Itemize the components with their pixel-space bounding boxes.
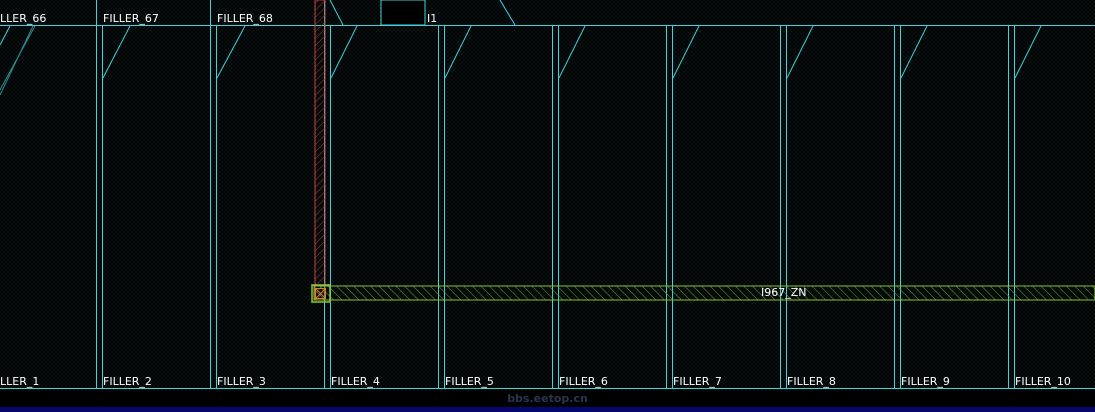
watermark-footer: bbs.eetop.cn — [0, 390, 1095, 412]
cell-label-filler-7: FILLER_7 — [673, 375, 722, 388]
net-route-i967-zn[interactable] — [313, 285, 1095, 301]
cell-label-filler-9: FILLER_9 — [901, 375, 950, 388]
cell-label-i1: I1 — [427, 12, 438, 25]
cell-label-filler-66: LLER_66 — [0, 12, 47, 25]
footer-strip — [0, 407, 1095, 412]
cell-label-filler-5: FILLER_5 — [445, 375, 494, 388]
cell-label-filler-2: FILLER_2 — [103, 375, 152, 388]
cell-label-filler-68: FILLER_68 — [217, 12, 273, 25]
net-label: I967_ZN — [761, 286, 807, 299]
top-row-cells — [96, 0, 516, 26]
cell-label-filler-67: FILLER_67 — [103, 12, 159, 25]
filler-cells — [0, 25, 1042, 388]
cell-layer — [0, 0, 1095, 389]
cell-label-filler-4: FILLER_4 — [331, 375, 380, 388]
cell-label-filler-1: LLER_1 — [0, 375, 40, 388]
cell-label-filler-10: FILLER_10 — [1015, 375, 1071, 388]
cell-label-filler-3: FILLER_3 — [217, 375, 266, 388]
cell-label-filler-6: FILLER_6 — [559, 375, 608, 388]
cell-label-filler-8: FILLER_8 — [787, 375, 836, 388]
vertical-metal-stack[interactable] — [314, 0, 326, 301]
black-cell-block — [380, 0, 426, 26]
watermark-text: bbs.eetop.cn — [507, 392, 588, 405]
